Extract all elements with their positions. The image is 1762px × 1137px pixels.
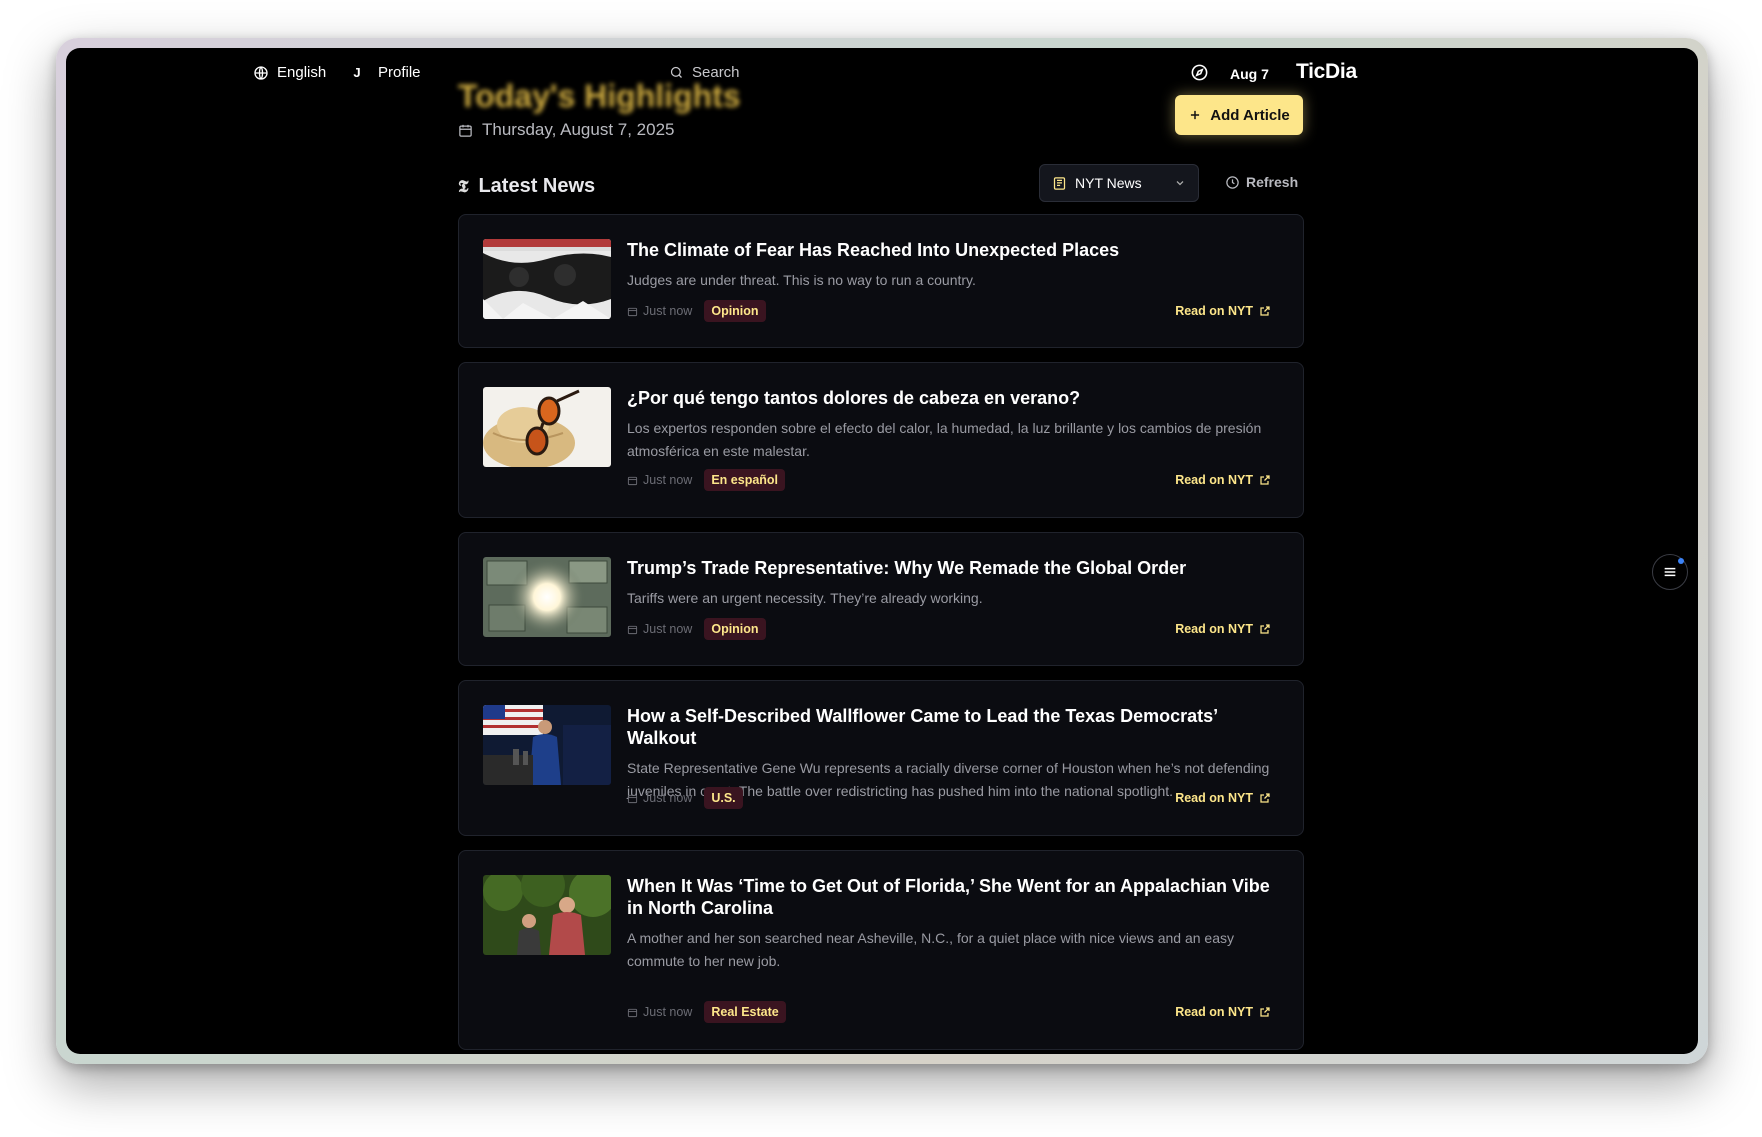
chevron-down-icon xyxy=(1176,181,1184,186)
article-card[interactable]: When It Was ‘Time to Get Out of Florida,… xyxy=(458,850,1304,1050)
search-label: Search xyxy=(692,64,740,81)
category-badge: U.S. xyxy=(704,787,743,809)
article-thumbnail[interactable] xyxy=(483,239,611,319)
article-thumbnail[interactable] xyxy=(483,705,611,785)
add-article-label: Add Article xyxy=(1210,106,1290,124)
article-title[interactable]: ¿Por qué tengo tantos dolores de cabeza … xyxy=(627,387,1271,409)
article-time-text: Just now xyxy=(643,473,693,487)
article-card[interactable]: ¿Por qué tengo tantos dolores de cabeza … xyxy=(458,362,1304,518)
plus-icon xyxy=(1191,110,1200,120)
read-link-label: Read on NYT xyxy=(1175,304,1253,318)
section-title: Latest News xyxy=(478,175,596,197)
article-description: Tariffs were an urgent necessity. They’r… xyxy=(627,590,983,606)
article-time-text: Just now xyxy=(643,304,693,318)
external-link-icon xyxy=(1260,793,1270,803)
current-date-text: Thursday, August 7, 2025 xyxy=(482,120,675,139)
profile-label: Profile xyxy=(378,64,421,81)
menu-icon xyxy=(1664,567,1676,577)
article-time: Just now xyxy=(627,622,692,636)
article-meta: Just now Opinion Read on NYT xyxy=(627,618,1271,640)
search-button[interactable]: Search xyxy=(669,64,740,81)
read-link-label: Read on NYT xyxy=(1175,791,1253,805)
article-meta: Just now U.S. Read on NYT xyxy=(627,787,1271,809)
read-on-nyt-link[interactable]: Read on NYT xyxy=(1175,473,1271,487)
compass-icon xyxy=(1191,64,1208,81)
calendar-icon xyxy=(627,1008,638,1017)
read-on-nyt-link[interactable]: Read on NYT xyxy=(1175,1005,1271,1019)
refresh-button[interactable]: Refresh xyxy=(1225,174,1298,190)
header-date: Aug 7 xyxy=(1230,66,1269,82)
refresh-label: Refresh xyxy=(1246,174,1299,190)
article-title[interactable]: The Climate of Fear Has Reached Into Une… xyxy=(627,239,1271,261)
brand-logo[interactable]: TicDia xyxy=(1296,60,1357,84)
calendar-icon xyxy=(627,625,638,634)
language-label: English xyxy=(277,64,327,81)
read-on-nyt-link[interactable]: Read on NYT xyxy=(1175,622,1271,636)
globe-icon xyxy=(254,65,268,80)
article-time: Just now xyxy=(627,304,692,318)
article-description: A mother and her son searched near Ashev… xyxy=(627,930,1235,969)
external-link-icon xyxy=(1260,306,1270,316)
article-time: Just now xyxy=(627,791,692,805)
article-thumbnail[interactable] xyxy=(483,557,611,637)
nyt-logo-icon: 𝕿 xyxy=(458,176,469,197)
category-badge: Opinion xyxy=(704,300,766,322)
read-on-nyt-link[interactable]: Read on NYT xyxy=(1175,304,1271,318)
article-card[interactable]: Trump’s Trade Representative: Why We Rem… xyxy=(458,532,1304,666)
external-link-icon xyxy=(1260,624,1270,634)
language-switcher[interactable]: English xyxy=(253,64,326,81)
article-card[interactable]: The Climate of Fear Has Reached Into Une… xyxy=(458,214,1304,348)
article-title[interactable]: How a Self-Described Wallflower Came to … xyxy=(627,705,1271,749)
read-link-label: Read on NYT xyxy=(1175,622,1253,636)
compass-button[interactable] xyxy=(1190,63,1209,82)
news-source-select[interactable]: NYT News xyxy=(1039,164,1199,202)
article-thumbnail[interactable] xyxy=(483,387,611,467)
article-title[interactable]: When It Was ‘Time to Get Out of Florida,… xyxy=(627,875,1271,919)
profile-link[interactable]: J Profile xyxy=(350,64,421,81)
calendar-icon xyxy=(627,307,638,316)
notification-dot xyxy=(1678,558,1684,564)
article-time-text: Just now xyxy=(643,791,693,805)
article-card[interactable]: How a Self-Described Wallflower Came to … xyxy=(458,680,1304,836)
app-screen: Today's Highlights Thursday, August 7, 2… xyxy=(66,48,1698,1054)
article-time-text: Just now xyxy=(643,1005,693,1019)
category-badge: En español xyxy=(704,469,786,491)
category-badge: Real Estate xyxy=(704,1001,786,1023)
read-link-label: Read on NYT xyxy=(1175,473,1253,487)
article-meta: Just now En español Read on NYT xyxy=(627,469,1271,491)
read-link-label: Read on NYT xyxy=(1175,1005,1253,1019)
article-time: Just now xyxy=(627,1005,692,1019)
article-time-text: Just now xyxy=(643,622,693,636)
article-description: Judges are under threat. This is no way … xyxy=(627,272,976,288)
window-frame: Today's Highlights Thursday, August 7, 2… xyxy=(56,38,1708,1064)
calendar-icon xyxy=(627,794,638,803)
search-icon xyxy=(670,66,682,78)
article-meta: Just now Real Estate Read on NYT xyxy=(627,1001,1271,1023)
profile-initial: J xyxy=(353,65,361,80)
newspaper-icon xyxy=(1053,176,1066,190)
article-time: Just now xyxy=(627,473,692,487)
clock-icon xyxy=(1226,175,1239,189)
category-badge: Opinion xyxy=(704,618,766,640)
section-header: 𝕿 Latest News xyxy=(458,175,595,198)
article-meta: Just now Opinion Read on NYT xyxy=(627,300,1271,322)
article-thumbnail[interactable] xyxy=(483,875,611,955)
external-link-icon xyxy=(1260,1007,1270,1017)
floating-menu-button[interactable] xyxy=(1652,554,1688,590)
article-description: Los expertos responden sobre el efecto d… xyxy=(627,420,1262,459)
calendar-icon xyxy=(627,476,638,485)
external-link-icon xyxy=(1260,475,1270,485)
current-date: Thursday, August 7, 2025 xyxy=(458,120,674,140)
read-on-nyt-link[interactable]: Read on NYT xyxy=(1175,791,1271,805)
news-source-value: NYT News xyxy=(1075,175,1142,191)
calendar-icon xyxy=(459,124,472,137)
top-bar: English J Profile Search Aug 7 TicDia xyxy=(66,48,1698,104)
article-title[interactable]: Trump’s Trade Representative: Why We Rem… xyxy=(627,557,1271,579)
